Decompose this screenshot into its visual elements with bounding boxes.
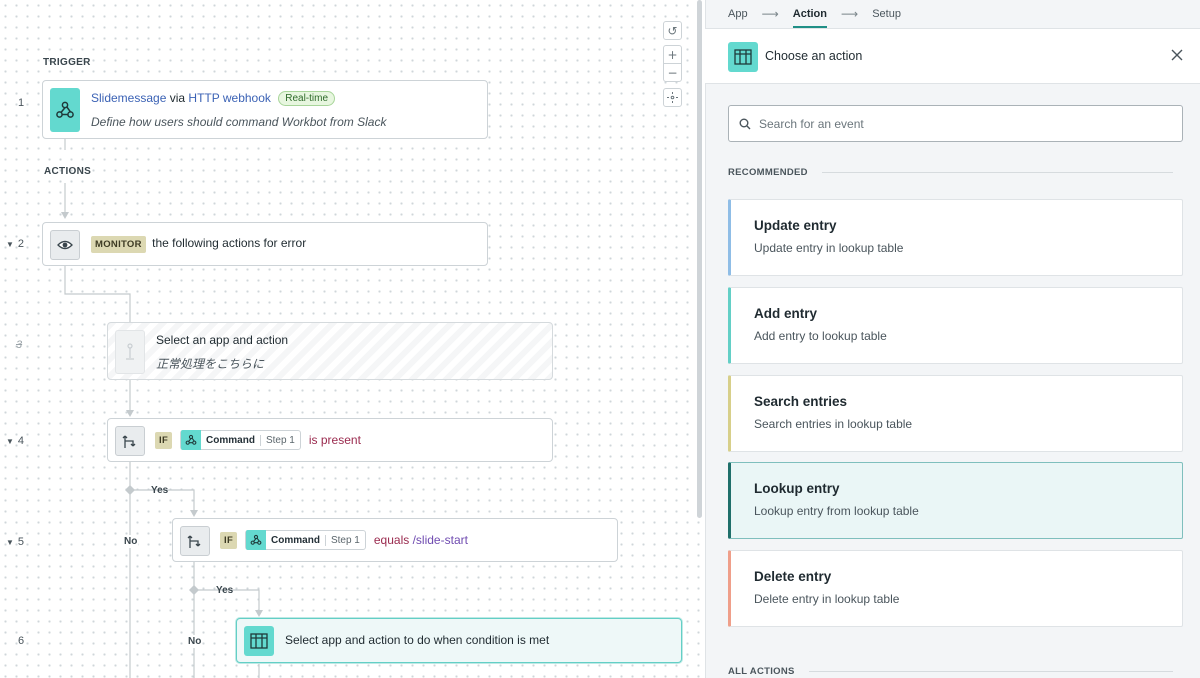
table-icon xyxy=(244,626,274,656)
action-description: Search entries in lookup table xyxy=(754,417,913,431)
trigger-source-link[interactable]: HTTP webhook xyxy=(188,91,270,105)
panel-title: Choose an action xyxy=(765,49,863,63)
action-title: Search entries xyxy=(754,394,848,409)
monitor-step-card[interactable]: MONITOR the following actions for error xyxy=(42,222,488,266)
recipe-canvas[interactable]: TRIGGER ACTIONS 1 ▼ 2 3 ▼ 4 ▼ 5 6 Slidemess… xyxy=(0,0,704,678)
action-title: Add entry xyxy=(754,306,818,321)
datapill-name: Command xyxy=(206,434,255,446)
branch-icon xyxy=(115,426,145,456)
placeholder-title: Select an app and action xyxy=(156,333,289,347)
table-icon xyxy=(728,42,758,72)
placeholder-subtitle: 正常処理をこちらに xyxy=(156,357,265,371)
collapse-caret-icon[interactable]: ▼ xyxy=(6,437,14,446)
canvas-scrollbar[interactable] xyxy=(697,0,702,518)
divider xyxy=(821,172,1173,173)
action-option-add-entry[interactable]: Add entry Add entry to lookup table xyxy=(728,287,1183,364)
datapill-step: Step 1 xyxy=(259,434,300,446)
step-number[interactable]: ▼ 5 xyxy=(6,536,36,548)
divider xyxy=(808,671,1173,672)
branch-no-label: No xyxy=(187,635,203,648)
monitor-keyword: MONITOR xyxy=(91,236,146,253)
action-title: Update entry xyxy=(754,218,837,233)
close-icon[interactable] xyxy=(1167,45,1187,65)
action-title: Delete entry xyxy=(754,569,832,584)
event-search-input[interactable] xyxy=(759,116,1159,131)
panel-header: Choose an action xyxy=(705,28,1200,84)
step-number[interactable]: ▼ 2 xyxy=(6,238,36,250)
placeholder-icon xyxy=(115,330,145,374)
if-step-card[interactable]: IF Command Step 1 is present xyxy=(107,418,553,462)
realtime-badge: Real-time xyxy=(278,91,336,106)
recommended-label: RECOMMENDED xyxy=(728,167,808,178)
wizard-steps: App ⟶ Action ⟶ Setup xyxy=(728,0,901,28)
actions-label: ACTIONS xyxy=(44,166,92,177)
command-datapill[interactable]: Command Step 1 xyxy=(245,530,366,550)
search-icon xyxy=(739,118,751,129)
selected-action-step-card[interactable]: Select app and action to do when conditi… xyxy=(236,618,682,663)
if-condition: is present xyxy=(308,433,361,447)
event-search-box[interactable] xyxy=(728,105,1183,142)
trigger-description: Define how users should command Workbot … xyxy=(91,115,387,129)
zoom-out-icon[interactable]: − xyxy=(663,63,682,82)
action-title: Lookup entry xyxy=(754,481,840,496)
if-value: /slide-start xyxy=(412,533,468,547)
action-description: Delete entry in lookup table xyxy=(754,592,900,606)
trigger-label: TRIGGER xyxy=(43,57,91,68)
selected-action-text: Select app and action to do when conditi… xyxy=(285,633,550,647)
step-number: 3 xyxy=(16,339,23,351)
action-option-delete-entry[interactable]: Delete entry Delete entry in lookup tabl… xyxy=(728,550,1183,627)
action-option-search-entries[interactable]: Search entries Search entries in lookup … xyxy=(728,375,1183,452)
action-description: Update entry in lookup table xyxy=(754,241,904,255)
action-description: Lookup entry from lookup table xyxy=(754,504,919,518)
step-number: 6 xyxy=(18,635,25,647)
recommended-section-header: RECOMMENDED xyxy=(728,167,1173,178)
datapill-name: Command xyxy=(271,534,320,546)
datapill-step: Step 1 xyxy=(324,534,365,546)
eye-icon xyxy=(50,230,80,260)
trigger-via-text: via xyxy=(169,91,186,105)
action-option-lookup-entry[interactable]: Lookup entry Lookup entry from lookup ta… xyxy=(728,462,1183,539)
action-option-update-entry[interactable]: Update entry Update entry in lookup tabl… xyxy=(728,199,1183,276)
if-step-card[interactable]: IF Command Step 1 equals /slide-start xyxy=(172,518,618,562)
if-keyword: IF xyxy=(220,531,238,549)
all-actions-label: ALL ACTIONS xyxy=(728,666,795,677)
webhook-icon xyxy=(50,88,80,132)
action-description: Add entry to lookup table xyxy=(754,329,887,343)
wizard-step-setup[interactable]: Setup xyxy=(872,8,901,20)
branch-no-label: No xyxy=(123,535,139,548)
arrow-right-icon: ⟶ xyxy=(761,6,779,21)
branch-yes-label: Yes xyxy=(216,585,234,596)
webhook-icon xyxy=(246,530,267,550)
monitor-text: the following actions for error xyxy=(152,236,307,250)
undo-icon[interactable]: ↺ xyxy=(663,21,682,40)
branch-icon xyxy=(180,526,210,556)
branch-yes-label: Yes xyxy=(151,485,169,496)
wizard-step-app[interactable]: App xyxy=(728,8,748,20)
placeholder-step-card[interactable]: Select an app and action 正常処理をこちらに xyxy=(107,322,553,380)
webhook-icon xyxy=(181,430,202,450)
all-actions-section-header: ALL ACTIONS xyxy=(728,666,1173,677)
trigger-app-link[interactable]: Slidemessage xyxy=(91,91,166,105)
step-number[interactable]: ▼ 4 xyxy=(6,435,36,447)
trigger-step-card[interactable]: Slidemessage via HTTP webhook Real-time … xyxy=(42,80,488,139)
zoom-in-icon[interactable]: + xyxy=(663,45,682,64)
collapse-caret-icon[interactable]: ▼ xyxy=(6,240,14,249)
wizard-step-action[interactable]: Action xyxy=(792,8,828,28)
fit-icon[interactable] xyxy=(663,88,682,107)
arrow-right-icon: ⟶ xyxy=(841,6,859,21)
command-datapill[interactable]: Command Step 1 xyxy=(180,430,301,450)
if-keyword: IF xyxy=(155,431,173,449)
if-operator: equals xyxy=(373,533,410,547)
collapse-caret-icon[interactable]: ▼ xyxy=(6,538,14,547)
